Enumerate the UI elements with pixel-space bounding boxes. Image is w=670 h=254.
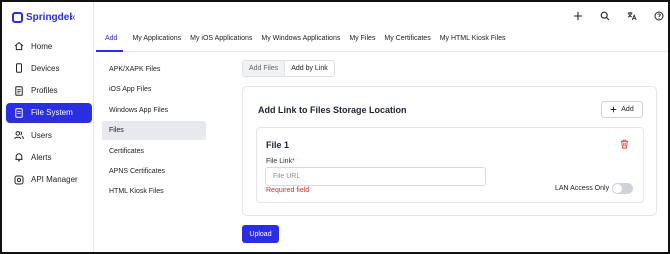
search-icon[interactable] xyxy=(600,11,610,21)
tab-my-files[interactable]: My Files xyxy=(340,30,375,52)
sidebar-item-label: API Manager xyxy=(31,175,78,185)
translate-icon[interactable] xyxy=(627,11,637,21)
sidebar-item-api-manager[interactable]: API Manager xyxy=(6,170,92,190)
required-asterisk: * xyxy=(292,158,295,165)
brand-name: Springdel xyxy=(26,12,73,23)
add-button-label: Add xyxy=(621,106,634,113)
required-error: Required field xyxy=(266,187,310,194)
sidebar-item-label: Alerts xyxy=(31,152,52,162)
file-icon xyxy=(15,108,23,118)
upload-button[interactable]: Upload xyxy=(242,225,279,243)
lan-access-label: LAN Access Only xyxy=(555,185,610,192)
plus-icon[interactable] xyxy=(573,11,583,21)
home-icon xyxy=(14,41,24,51)
add-link-button[interactable]: Add xyxy=(601,101,643,118)
logo: Springdel xyxy=(12,12,72,23)
phone-icon xyxy=(16,63,22,73)
logo-icon xyxy=(12,12,23,23)
sidebar-item-label: Profiles xyxy=(31,86,58,96)
sidebar-item-label: Home xyxy=(31,41,53,51)
subnav-item-apk-xapk-files[interactable]: APK/XAPK Files xyxy=(102,60,206,79)
subnav-item-certificates[interactable]: Certificates xyxy=(102,142,206,161)
lan-access-toggle[interactable] xyxy=(612,183,633,194)
file-entry-title: File 1 xyxy=(266,140,290,150)
tab-my-ios-applications[interactable]: My iOS Applications xyxy=(181,30,252,52)
topbar-actions xyxy=(573,11,664,21)
file-type-nav: APK/XAPK Files iOS App Files Windows App… xyxy=(102,60,206,203)
subnav-item-windows-app-files[interactable]: Windows App Files xyxy=(102,101,206,120)
sidebar-item-profiles[interactable]: Profiles xyxy=(6,81,92,101)
subnav-item-apns-certificates[interactable]: APNS Certificates xyxy=(102,162,206,181)
tab-my-applications[interactable]: My Applications xyxy=(123,30,181,52)
sidebar-item-label: Users xyxy=(31,130,52,140)
subnav-item-ios-app-files[interactable]: iOS App Files xyxy=(102,80,206,99)
add-link-card: Add Link to Files Storage Location Add F… xyxy=(242,86,657,216)
tab-my-html-kiosk-files[interactable]: My HTML Kiosk Files xyxy=(431,30,506,52)
gear-icon xyxy=(14,175,24,185)
sidebar-item-label: File System xyxy=(31,108,73,118)
upload-mode-toggle: Add Files Add by Link xyxy=(242,60,335,77)
help-icon[interactable] xyxy=(654,11,664,21)
sidebar: Springdel « Home Devices Profiles File S… xyxy=(2,2,94,252)
tab-my-windows-applications[interactable]: My Windows Applications xyxy=(252,30,340,52)
bell-icon xyxy=(15,153,23,162)
file-url-input[interactable] xyxy=(265,167,486,186)
sidebar-item-alerts[interactable]: Alerts xyxy=(6,147,92,167)
file-link-label: File Link* xyxy=(266,158,295,165)
tab-add[interactable]: Add xyxy=(96,30,124,52)
trash-icon[interactable] xyxy=(620,139,629,149)
subnav-item-html-kiosk-files[interactable]: HTML Kiosk Files xyxy=(102,182,206,201)
plus-icon xyxy=(610,106,617,113)
add-by-link-option[interactable]: Add by Link xyxy=(284,61,334,76)
add-files-option[interactable]: Add Files xyxy=(243,61,284,76)
collapse-sidebar-button[interactable]: « xyxy=(70,12,76,23)
file-entry: File 1 File Link* Required field LAN Acc… xyxy=(256,127,644,203)
tab-bar: Add My Applications My iOS Applications … xyxy=(96,30,668,52)
users-icon xyxy=(14,131,24,140)
subnav-item-files[interactable]: Files xyxy=(102,121,206,141)
sidebar-item-label: Devices xyxy=(31,63,60,73)
sidebar-item-file-system[interactable]: File System xyxy=(6,102,92,123)
document-icon xyxy=(15,85,23,96)
sidebar-item-users[interactable]: Users xyxy=(6,125,92,145)
tab-my-certificates[interactable]: My Certificates xyxy=(375,30,430,52)
sidebar-item-home[interactable]: Home xyxy=(6,36,92,56)
card-title: Add Link to Files Storage Location xyxy=(258,105,407,115)
sidebar-item-devices[interactable]: Devices xyxy=(6,58,92,78)
file-link-label-text: File Link xyxy=(266,158,293,165)
sidebar-nav: Home Devices Profiles File System Users … xyxy=(6,36,92,192)
